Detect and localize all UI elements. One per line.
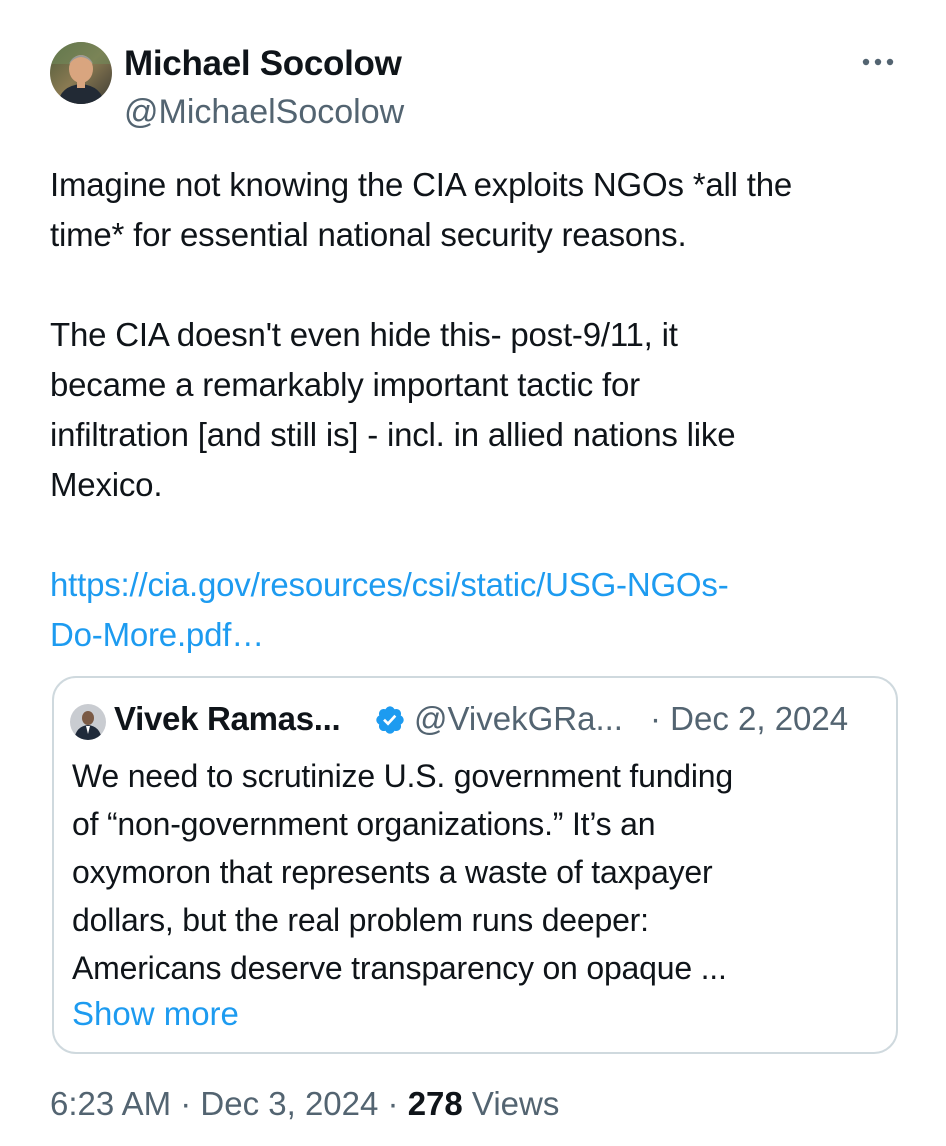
tweet-line: became a remarkably important tactic for bbox=[50, 366, 640, 403]
quoted-tweet-text: We need to scrutinize U.S. government fu… bbox=[72, 752, 882, 992]
author-handle[interactable]: @MichaelSocolow bbox=[124, 90, 404, 134]
tweet-line: time* for essential national security re… bbox=[50, 216, 687, 253]
tweet-text: Imagine not knowing the CIA exploits NGO… bbox=[50, 160, 920, 710]
meta-separator: · bbox=[171, 1085, 201, 1122]
tweet-metadata: 6:23 AM · Dec 3, 2024 · 278 Views bbox=[50, 1080, 559, 1128]
tweet-line: Mexico. bbox=[50, 466, 163, 503]
quoted-tweet-date[interactable]: · Dec 2, 2024 bbox=[650, 697, 848, 741]
show-more-link[interactable]: Show more bbox=[72, 990, 239, 1038]
tweet-line: The CIA doesn't even hide this- post-9/1… bbox=[50, 316, 678, 353]
tweet-link[interactable]: https://cia.gov/resources/csi/static/USG… bbox=[50, 560, 920, 660]
more-options-button[interactable] bbox=[852, 42, 904, 82]
author-name[interactable]: Michael Socolow bbox=[124, 42, 402, 86]
author-avatar[interactable] bbox=[50, 42, 112, 104]
more-horizontal-icon bbox=[862, 58, 894, 66]
verified-badge-icon bbox=[374, 704, 406, 736]
tweet-line: infiltration [and still is] - incl. in a… bbox=[50, 416, 736, 453]
tweet-link-line[interactable]: https://cia.gov/resources/csi/static/USG… bbox=[50, 560, 920, 610]
tweet-date[interactable]: Dec 3, 2024 bbox=[200, 1085, 378, 1122]
views-count: 278 bbox=[407, 1085, 463, 1122]
quoted-tweet-card[interactable]: Vivek Ramas... @VivekGRa... · Dec 2, 202… bbox=[52, 676, 898, 1054]
quoted-text-line: Americans deserve transparency on opaque… bbox=[72, 950, 727, 986]
quoted-text-line: oxymoron that represents a waste of taxp… bbox=[72, 854, 713, 890]
tweet-paragraph-2: The CIA doesn't even hide this- post-9/1… bbox=[50, 310, 920, 510]
quoted-text-line: We need to scrutinize U.S. government fu… bbox=[72, 758, 734, 794]
views-label: Views bbox=[462, 1085, 560, 1122]
quoted-text-line: dollars, but the real problem runs deepe… bbox=[72, 902, 649, 938]
quoted-author-avatar[interactable] bbox=[70, 704, 106, 740]
tweet: Michael Socolow @MichaelSocolow Imagine … bbox=[0, 0, 946, 1146]
tweet-link-line[interactable]: Do-More.pdf… bbox=[50, 610, 920, 660]
tweet-line: Imagine not knowing the CIA exploits NGO… bbox=[50, 166, 793, 203]
quoted-text-line: of “non-government organizations.” It’s … bbox=[72, 806, 656, 842]
quoted-author-name[interactable]: Vivek Ramas... bbox=[114, 697, 341, 741]
avatar-photo-icon bbox=[50, 42, 112, 104]
meta-separator: · bbox=[378, 1085, 408, 1122]
quoted-author-handle[interactable]: @VivekGRa... bbox=[414, 697, 623, 741]
tweet-paragraph-1: Imagine not knowing the CIA exploits NGO… bbox=[50, 160, 920, 260]
tweet-time[interactable]: 6:23 AM bbox=[50, 1085, 171, 1122]
avatar-photo-icon bbox=[70, 704, 106, 740]
